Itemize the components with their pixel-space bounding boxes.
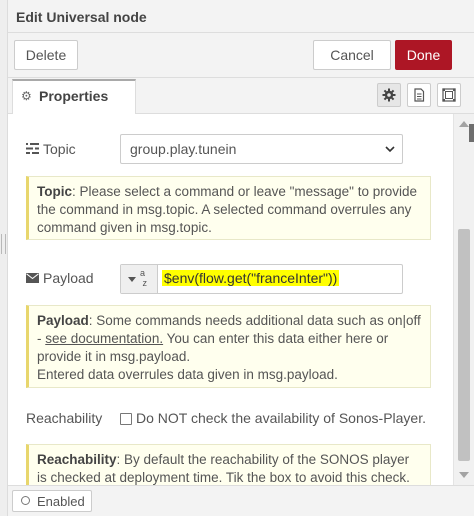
tab-properties[interactable]: ⚙ Properties [12,79,136,114]
scroll-down-icon[interactable] [459,472,469,478]
payload-row-label: Payload [26,270,94,286]
scrollbar-thumb[interactable] [458,229,470,461]
gear-icon [382,88,396,102]
enabled-label: Enabled [37,494,85,509]
cancel-button[interactable]: Cancel [313,40,391,70]
dialog-footer: Enabled [8,485,474,516]
payload-help-note: Payload: Some commands needs additional … [26,305,431,388]
scrollbar-edge [469,124,474,142]
tab-properties-label: Properties [39,88,109,104]
dialog-toolbar: Delete Cancel Done [8,33,474,78]
tasks-icon [26,141,40,157]
done-button[interactable]: Done [395,40,452,70]
topic-help-note: Topic: Please select a command or leave … [26,176,431,240]
enabled-toggle[interactable]: Enabled [12,490,92,512]
dialog-header: Edit Universal node [8,0,474,33]
documentation-link[interactable]: see documentation. [45,331,163,346]
circle-icon [21,496,30,505]
reachability-note-title: Reachability [37,452,117,467]
reachability-help-note: Reachability: By default the reachabilit… [26,444,431,485]
properties-panel: Topic group.play.tunein Topic: Please se… [8,114,453,485]
topic-note-title: Topic [37,184,72,199]
envelope-icon [26,270,40,286]
payload-typed-input[interactable]: a z $env(flow.get("franceInter")) [120,264,403,294]
topic-note-text: : Please select a command or leave "mess… [37,184,418,235]
reachability-checkbox-label[interactable]: Do NOT check the availability of Sonos-P… [136,410,426,426]
payload-note-text-3: Entered data overrules data given in msg… [37,367,338,382]
tab-bar: ⚙ Properties [8,78,474,114]
delete-button[interactable]: Delete [14,40,78,70]
payload-type-selector[interactable]: a z [121,265,158,293]
payload-note-title: Payload [37,313,89,328]
caret-down-icon [128,277,136,282]
settings-tab-button[interactable] [377,83,401,107]
resize-handle[interactable] [1,234,6,254]
string-type-icon: a z [140,268,148,288]
cog-icon: ⚙ [21,89,32,103]
description-icon [414,88,425,102]
reachability-checkbox[interactable] [120,413,132,425]
topic-label: Topic [43,141,76,157]
left-edge-panel [0,0,8,516]
payload-label: Payload [43,270,94,286]
topic-select[interactable]: group.play.tunein [120,134,403,164]
chevron-down-icon [385,146,395,153]
appearance-icon [442,88,456,102]
scroll-up-icon[interactable] [459,121,469,127]
appearance-tab-button[interactable] [437,83,461,107]
payload-input-value[interactable]: $env(flow.get("franceInter")) [162,270,340,286]
dialog-title: Edit Universal node [16,9,147,25]
description-tab-button[interactable] [407,83,431,107]
topic-select-value: group.play.tunein [130,141,237,157]
vertical-scrollbar[interactable] [453,114,474,485]
reachability-row-label: Reachability [26,410,103,426]
topic-row-label: Topic [26,141,76,157]
